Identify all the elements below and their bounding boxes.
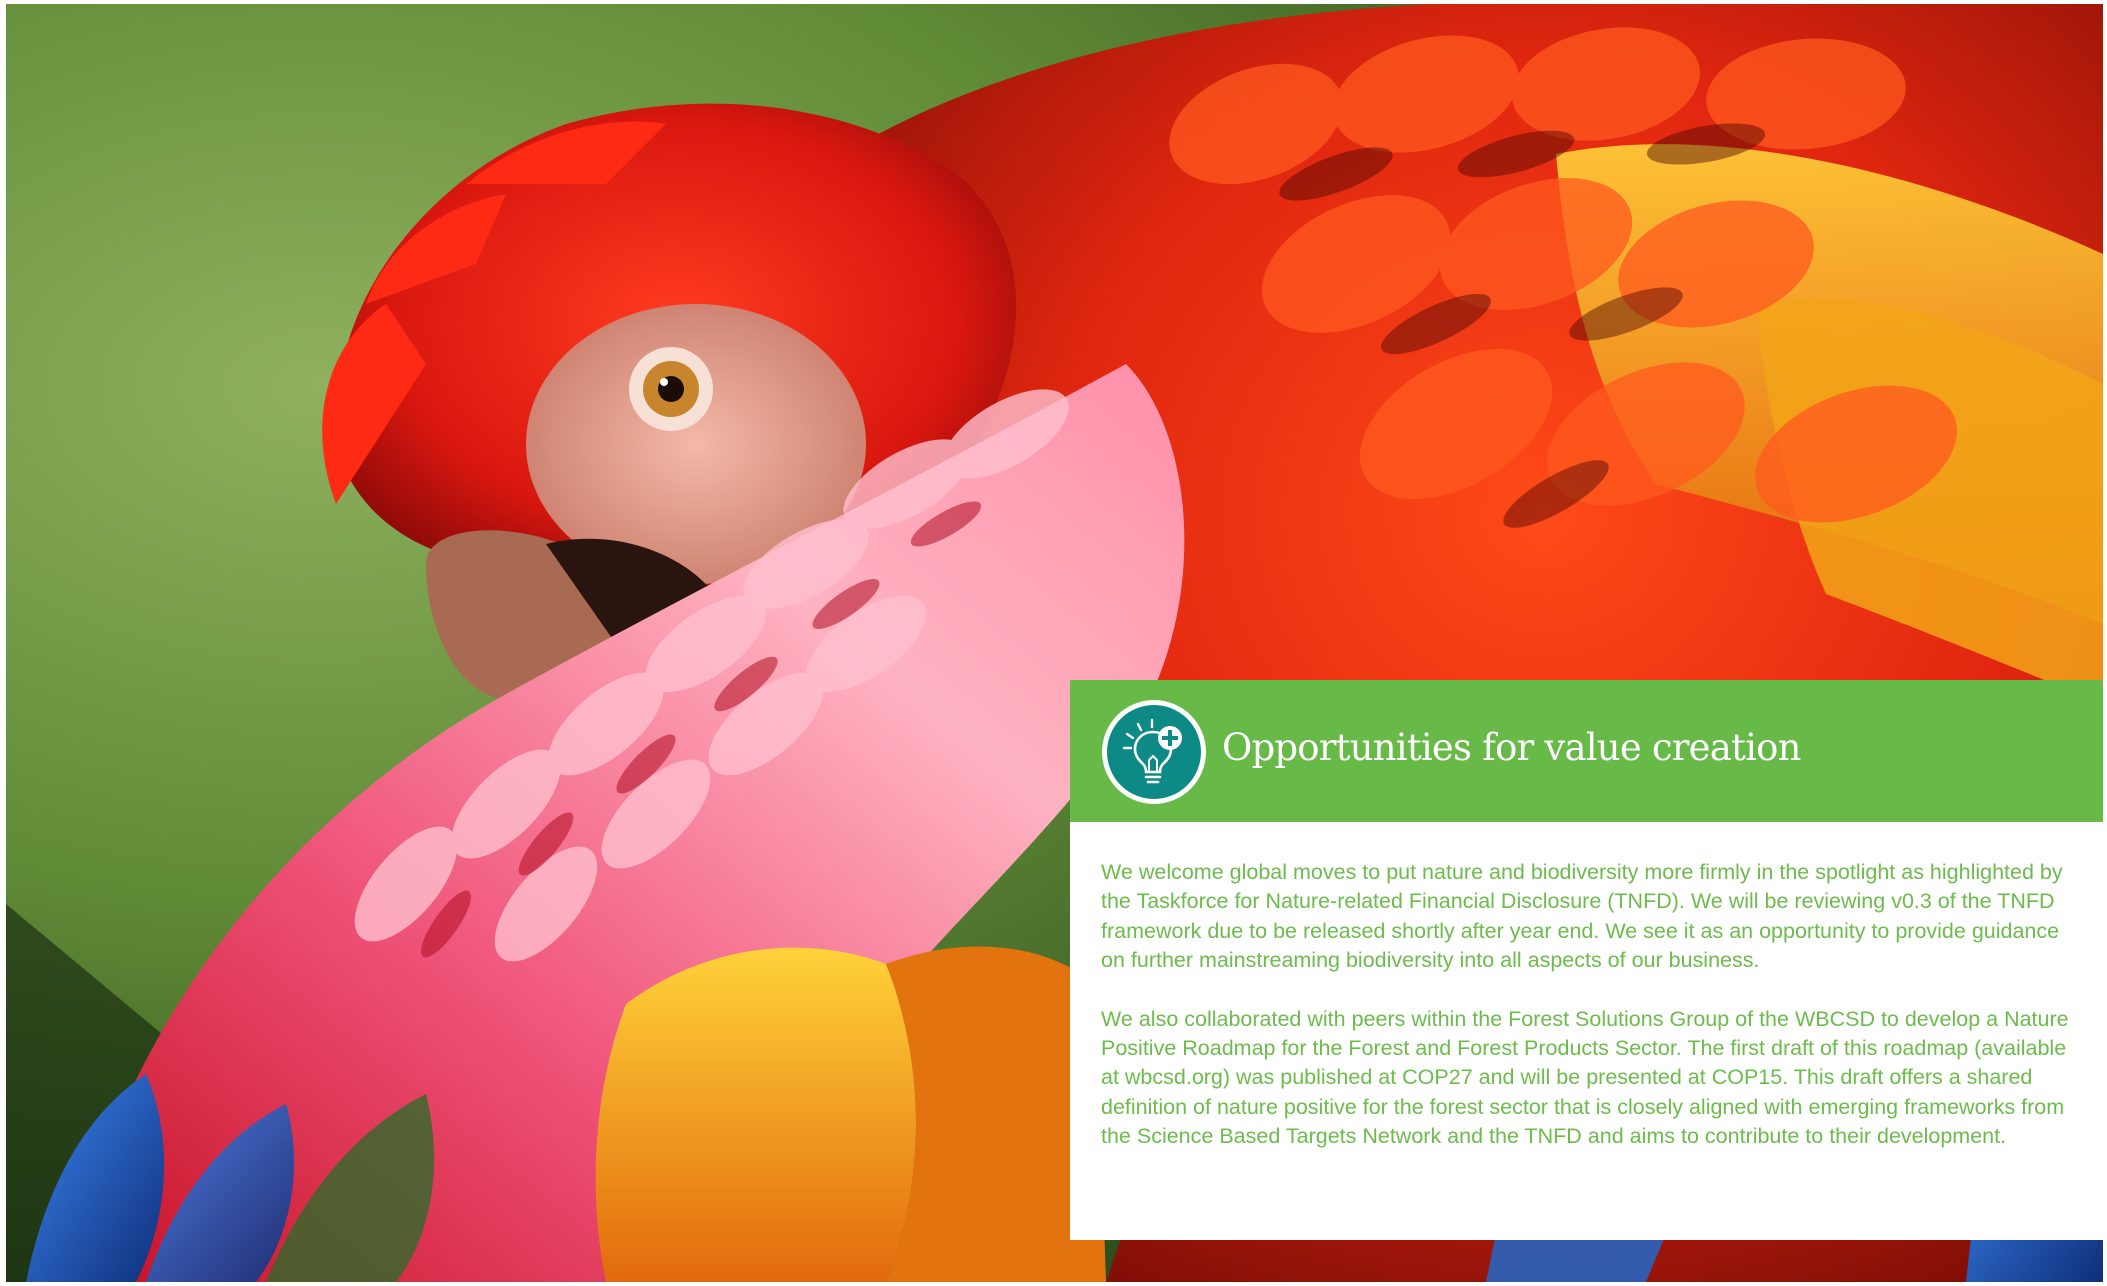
report-page: Opportunities for value creation We welc…: [0, 0, 2107, 1286]
callout-header: Opportunities for value creation: [1070, 680, 2103, 822]
callout-title: Opportunities for value creation: [1222, 726, 1801, 769]
callout-paragraph-wbcsd: We also collaborated with peers within t…: [1101, 1006, 2069, 1149]
callout-paragraph-tnfd: We welcome global moves to put nature an…: [1101, 860, 2063, 973]
lightbulb-plus-icon: [1102, 700, 1206, 804]
callout-body: We welcome global moves to put nature an…: [1101, 858, 2083, 1181]
value-creation-callout: Opportunities for value creation We welc…: [1070, 680, 2103, 1240]
